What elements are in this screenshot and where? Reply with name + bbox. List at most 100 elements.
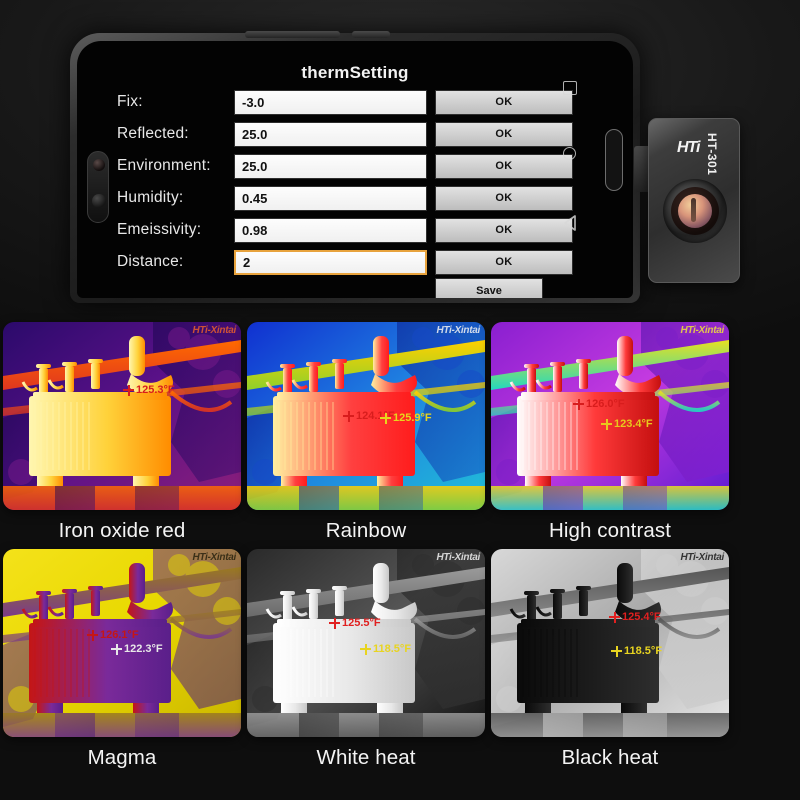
- temperature-reading: 125.9°F: [380, 412, 432, 424]
- temperature-value: 118.5°F: [624, 645, 663, 657]
- watermark: HTi-Xintai: [680, 552, 725, 563]
- crosshair-icon: [611, 645, 622, 657]
- temperature-value: 125.4°F: [622, 611, 661, 623]
- screen-side-pill: [605, 129, 623, 191]
- phone-screen: thermSetting Fix: -3.0 OK Reflected: 25.0 OK E…: [77, 41, 633, 298]
- temperature-reading: 118.5°F: [360, 643, 411, 655]
- palette-label: High contrast: [548, 519, 672, 542]
- palette-label: Rainbow: [325, 519, 407, 542]
- field-label: Humidity:: [117, 189, 184, 206]
- crosshair-icon: [573, 398, 584, 410]
- crosshair-icon: [343, 410, 354, 422]
- palette-row-bottom: HTi-Xintai 126.1°F 122.3°F Magma HTi-Xin…: [0, 549, 800, 776]
- therm-setting-form: Fix: -3.0 OK Reflected: 25.0 OK Environment: 25…: [117, 86, 573, 298]
- form-row-reflected: Reflected: 25.0 OK: [117, 118, 573, 150]
- field-input[interactable]: -3.0: [234, 89, 427, 115]
- palette-cell-high-contrast[interactable]: HTi-Xintai 126.0°F 123.4°F High contrast: [491, 322, 729, 549]
- crosshair-icon: [609, 611, 620, 623]
- thermal-image-high-contrast[interactable]: HTi-Xintai 126.0°F 123.4°F: [491, 322, 729, 510]
- page-background: thermSetting Fix: -3.0 OK Reflected: 25.0 OK E…: [0, 0, 800, 800]
- crosshair-icon: [601, 418, 612, 430]
- ok-button[interactable]: OK: [435, 185, 573, 211]
- field-label: Fix:: [117, 93, 143, 110]
- watermark: HTi-Xintai: [192, 325, 237, 336]
- crosshair-icon: [329, 617, 340, 629]
- save-row: Save: [117, 278, 543, 298]
- app-title: thermSetting: [301, 63, 409, 82]
- ok-button[interactable]: OK: [435, 217, 573, 243]
- palette-cell-black-heat[interactable]: HTi-Xintai 125.4°F 118.5°F Black heat: [491, 549, 729, 776]
- field-label: Reflected:: [117, 125, 189, 142]
- field-label: Emeissivity:: [117, 221, 202, 238]
- recents-square-icon[interactable]: [563, 81, 577, 95]
- phone-mockup: thermSetting Fix: -3.0 OK Reflected: 25.0 OK E…: [70, 31, 640, 303]
- temperature-value: 126.1°F: [100, 629, 139, 641]
- field-label: Distance:: [117, 253, 184, 270]
- form-row-emeissivity: Emeissivity: 0.98 OK: [117, 214, 573, 246]
- temperature-value: 125.3°F: [136, 384, 175, 396]
- crosshair-icon: [380, 412, 391, 424]
- ok-button[interactable]: OK: [435, 153, 573, 179]
- camera-lens-icon: [93, 159, 105, 171]
- ok-button[interactable]: OK: [435, 121, 573, 147]
- temperature-reading: 125.4°F: [609, 611, 661, 623]
- form-row-environment: Environment: 25.0 OK: [117, 150, 573, 182]
- temperature-reading: 123.4°F: [601, 418, 653, 430]
- temperature-value: 125.5°F: [342, 617, 381, 629]
- palette-cell-iron-oxide-red[interactable]: HTi-Xintai 125.3°F Iron oxide red: [3, 322, 241, 549]
- field-input[interactable]: 0.45: [234, 185, 427, 211]
- phone-camera-module: [87, 151, 109, 223]
- palette-cell-magma[interactable]: HTi-Xintai 126.1°F 122.3°F Magma: [3, 549, 241, 776]
- thermal-lens-icon: [663, 179, 727, 243]
- camera-flash-icon: [92, 194, 106, 208]
- field-input[interactable]: 2: [234, 249, 427, 275]
- watermark: HTi-Xintai: [436, 325, 481, 336]
- thermal-image-rainbow[interactable]: HTi-Xintai 124.1°F 125.9°F: [247, 322, 485, 510]
- ok-button[interactable]: OK: [435, 89, 573, 115]
- field-label: Environment:: [117, 157, 211, 174]
- palette-label: White heat: [316, 746, 416, 769]
- palette-grid: HTi-Xintai 125.3°F Iron oxide red HTi-Xi…: [0, 322, 800, 776]
- palette-label: Magma: [87, 746, 157, 769]
- palette-label: Black heat: [561, 746, 659, 769]
- device-brand-logo: HTi: [677, 139, 701, 156]
- watermark: HTi-Xintai: [192, 552, 237, 563]
- form-row-distance: Distance: 2 OK: [117, 246, 573, 278]
- ok-button[interactable]: OK: [435, 249, 573, 275]
- palette-row-top: HTi-Xintai 125.3°F Iron oxide red HTi-Xi…: [0, 322, 800, 549]
- palette-cell-rainbow[interactable]: HTi-Xintai 124.1°F 125.9°F Rainbow: [247, 322, 485, 549]
- temperature-value: 126.0°F: [586, 398, 625, 410]
- device-model-label: HT-301: [705, 133, 719, 176]
- temperature-reading: 118.5°F: [611, 645, 662, 657]
- palette-label: Iron oxide red: [58, 519, 186, 542]
- form-row-fix: Fix: -3.0 OK: [117, 86, 573, 118]
- temperature-reading: 125.3°F: [123, 384, 175, 396]
- watermark: HTi-Xintai: [680, 325, 725, 336]
- temperature-reading: 126.1°F: [87, 629, 139, 641]
- home-circle-icon[interactable]: [560, 144, 579, 163]
- watermark: HTi-Xintai: [436, 552, 481, 563]
- field-input[interactable]: 25.0: [234, 121, 427, 147]
- save-button[interactable]: Save: [435, 278, 543, 298]
- temperature-reading: 126.0°F: [573, 398, 625, 410]
- thermal-image-black-heat[interactable]: HTi-Xintai 125.4°F 118.5°F: [491, 549, 729, 737]
- temperature-value: 123.4°F: [614, 418, 653, 430]
- temperature-reading: 125.5°F: [329, 617, 381, 629]
- crosshair-icon: [111, 643, 122, 655]
- thermal-image-magma[interactable]: HTi-Xintai 126.1°F 122.3°F: [3, 549, 241, 737]
- crosshair-icon: [123, 384, 134, 396]
- android-nav-bar: [559, 81, 587, 261]
- thermal-image-white-heat[interactable]: HTi-Xintai 125.5°F 118.5°F: [247, 549, 485, 737]
- form-row-humidity: Humidity: 0.45 OK: [117, 182, 573, 214]
- crosshair-icon: [360, 643, 371, 655]
- dongle-body: HTi HT-301: [648, 118, 740, 283]
- palette-cell-white-heat[interactable]: HTi-Xintai 125.5°F 118.5°F White heat: [247, 549, 485, 776]
- back-triangle-icon[interactable]: [563, 215, 576, 231]
- field-input[interactable]: 25.0: [234, 153, 427, 179]
- temperature-value: 118.5°F: [373, 643, 412, 655]
- temperature-reading: 122.3°F: [111, 643, 163, 655]
- thermal-image-iron-oxide-red[interactable]: HTi-Xintai 125.3°F: [3, 322, 241, 510]
- field-input[interactable]: 0.98: [234, 217, 427, 243]
- temperature-value: 122.3°F: [124, 643, 163, 655]
- thermal-camera-dongle: HTi HT-301: [634, 118, 740, 283]
